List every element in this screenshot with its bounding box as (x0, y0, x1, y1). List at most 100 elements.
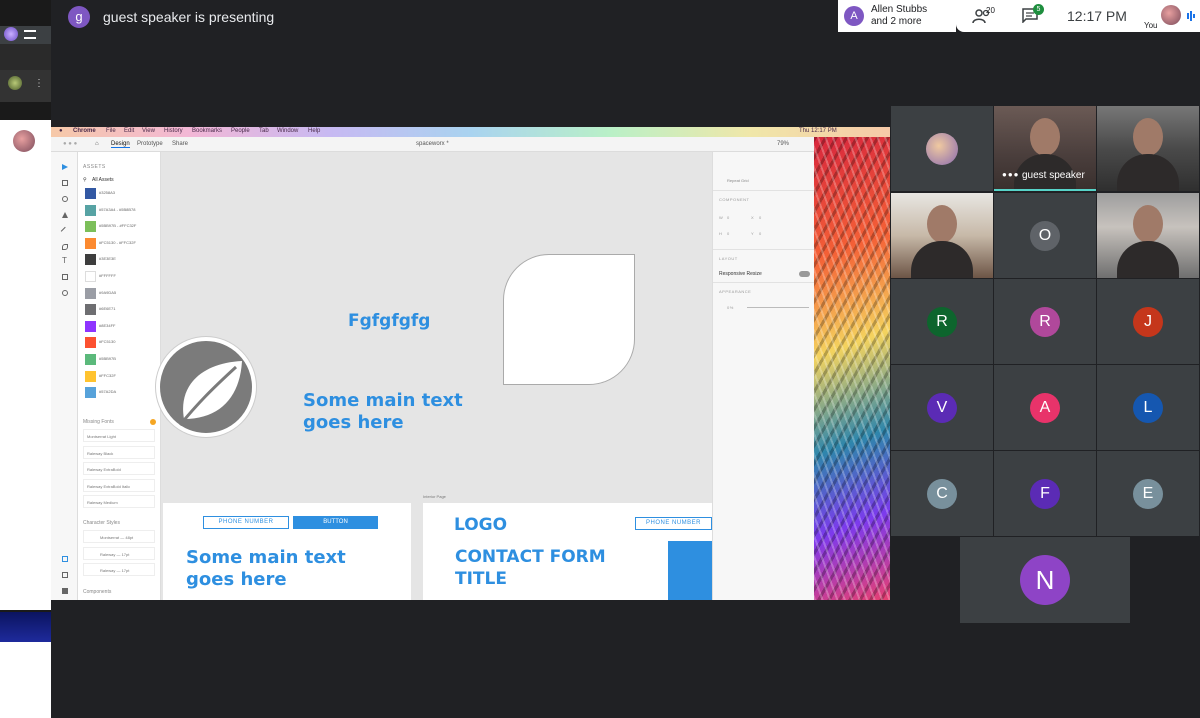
side-row (0, 44, 51, 70)
color-swatch-label: #6E6E71 (99, 306, 116, 312)
color-swatch-row[interactable]: #3258A3 (83, 187, 158, 201)
opacity-value: 0% (727, 305, 734, 310)
participant-tile-guest-speaker[interactable]: ●●● guest speaker (994, 106, 1096, 191)
character-style-item[interactable]: Montserrat — 48pt (83, 530, 155, 543)
more-options-icon[interactable]: ⋮ (34, 78, 44, 89)
participant-tile-c[interactable]: C (891, 451, 993, 536)
warning-icon (150, 419, 156, 425)
side-row-avatar[interactable]: ⋮ (0, 70, 51, 102)
chat-badge: 5 (1033, 4, 1044, 15)
color-swatch-row[interactable]: #57A3A4 - #5B8B78 (83, 204, 158, 218)
meeting-screen: ⋮ g guest speaker is presenting A Allen … (0, 0, 1200, 718)
leaf-logo (156, 337, 256, 437)
participant-tile-j[interactable]: J (1097, 279, 1199, 364)
color-swatch-label: #FFC32F (99, 372, 116, 378)
logo-text: LOGO (454, 515, 508, 535)
phone-number-button-2: PHONE NUMBER (635, 517, 712, 530)
participant-tile-o[interactable]: O (994, 193, 1096, 278)
menu-chrome: Chrome (73, 128, 96, 134)
tab-design: Design (111, 141, 130, 148)
joined-more: and 2 more (871, 16, 922, 27)
list-icon[interactable] (24, 30, 36, 39)
character-style-item[interactable]: Raleway — 17pt (83, 546, 155, 560)
participant-initial: R (927, 306, 957, 337)
color-swatch-label: #3258A3 (99, 190, 116, 195)
select-tool-icon (62, 164, 68, 170)
divider (713, 190, 815, 191)
color-swatch-row[interactable]: #8E34FF (83, 320, 158, 334)
mac-menubar: ● Chrome File Edit View History Bookmark… (51, 127, 890, 137)
participant-tile-v[interactable]: V (891, 365, 993, 450)
divider (713, 282, 815, 283)
color-swatch-row[interactable]: #5BB97B (83, 353, 158, 367)
color-swatch-row[interactable]: #9A9DA5 (83, 287, 158, 301)
leaf-icon (178, 361, 242, 426)
joined-name: Allen Stubbs (871, 4, 928, 15)
character-style-item[interactable]: Raleway — 17pt (83, 563, 155, 576)
layout-header: LAYOUT (719, 256, 738, 261)
height-label: H (719, 231, 723, 236)
missing-font-item[interactable]: Raleway ExtraBold Italic (83, 478, 155, 492)
leaf-shape (503, 254, 635, 385)
color-swatch-row[interactable]: #5BB97B - #FFC32F (83, 220, 158, 234)
menu-history: History (164, 128, 183, 134)
character-styles-header: Character Styles (83, 520, 120, 526)
color-swatch-row[interactable]: #6E6E71 (83, 303, 158, 317)
missing-font-item[interactable]: Montserrat Light (83, 429, 155, 442)
participant-initial: J (1133, 306, 1163, 337)
color-swatch-label: #FC5130 (99, 339, 116, 345)
width-value: 0 (727, 215, 730, 220)
menu-people: People (231, 128, 250, 134)
missing-font-item[interactable]: Raleway Medium (83, 495, 155, 508)
color-swatch-row[interactable]: #57A2DA (83, 386, 158, 400)
color-swatch (85, 271, 96, 282)
participant-tile-n[interactable]: N (960, 537, 1130, 623)
opacity-slider (747, 307, 809, 308)
color-swatch-row[interactable]: #FC5130 (83, 336, 158, 350)
main-text-line-2: goes here (303, 412, 404, 433)
participant-tile-f[interactable]: F (994, 451, 1096, 536)
presenter-avatar: g (68, 6, 90, 28)
participant-tile-l[interactable]: L (1097, 365, 1199, 450)
color-swatch-label: #5BB97B (99, 356, 116, 361)
color-swatch-row[interactable]: #FFC32F (83, 370, 158, 384)
color-swatch-row[interactable]: #3E3E3E (83, 253, 158, 267)
blue-block (668, 541, 712, 600)
home-icon[interactable]: ⌂ (95, 141, 99, 147)
joined-avatar: A (844, 6, 864, 26)
assets-header: ASSETS (83, 164, 106, 170)
side-toolbar[interactable] (0, 26, 51, 44)
participant-initial: A (1030, 392, 1060, 423)
participant-tile-a[interactable]: A (994, 365, 1096, 450)
color-swatch-row[interactable]: #FFFFFF (83, 270, 158, 284)
participant-tile-video-4[interactable] (1097, 193, 1199, 278)
participant-tile-video-2[interactable] (1097, 106, 1199, 191)
side-user-avatar[interactable] (13, 130, 35, 152)
participant-video-body (1117, 154, 1179, 191)
participant-initial: E (1133, 478, 1163, 509)
color-swatch-row[interactable]: #FC5130 - #FFC32F (83, 237, 158, 251)
missing-font-item[interactable]: Raleway Black (83, 445, 155, 459)
side-avatar-icon (4, 27, 18, 41)
participant-tile-avatar-1[interactable] (891, 106, 993, 191)
text-tool-icon: T (62, 256, 67, 265)
layers-panel-icon (62, 572, 68, 578)
menu-file: File (106, 128, 116, 134)
color-swatch (85, 221, 96, 233)
tab-share: Share (172, 141, 189, 147)
participant-tile-r2[interactable]: R (994, 279, 1096, 364)
design-canvas: Fgfgfgfg Some main text goes here PHONE … (156, 152, 712, 600)
xd-titlebar: ● ● ● ⌂ Design Prototype Share spaceworx… (51, 137, 814, 152)
x-label: X (751, 215, 755, 220)
missing-font-item[interactable]: Raleway ExtraBold (83, 462, 155, 475)
color-swatch-label: #5BB97B - #FFC32F (99, 223, 137, 229)
participant-tile-e[interactable]: E (1097, 451, 1199, 536)
plugins-panel-icon (62, 588, 68, 594)
participant-tile-r1[interactable]: R (891, 279, 993, 364)
joined-notification[interactable]: A Allen Stubbs and 2 more (838, 0, 956, 32)
apple-icon: ● (59, 128, 63, 134)
color-swatch-label: #FC5130 - #FFC32F (99, 239, 136, 245)
participant-tile-video-3[interactable] (891, 193, 993, 278)
mic-icon[interactable] (1186, 10, 1196, 22)
self-avatar[interactable] (1161, 5, 1181, 25)
